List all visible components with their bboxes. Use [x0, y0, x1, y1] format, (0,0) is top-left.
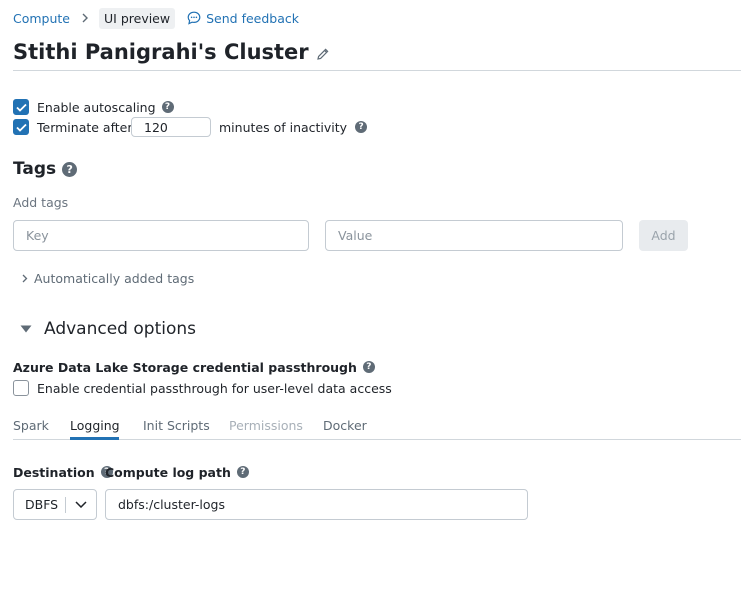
adls-help-icon[interactable]: ? — [362, 361, 375, 373]
auto-added-tags-label: Automatically added tags — [34, 270, 195, 286]
terminate-help-icon[interactable]: ? — [355, 121, 368, 133]
terminate-minutes-input[interactable]: 120 — [131, 117, 211, 137]
active-tab-indicator — [70, 437, 119, 440]
pencil-icon[interactable] — [316, 47, 330, 61]
adls-heading-row: Azure Data Lake Storage credential passt… — [13, 358, 375, 376]
chevron-right-icon — [81, 13, 89, 23]
terminate-minutes-value: 120 — [144, 119, 168, 135]
tag-key-input[interactable]: Key — [13, 220, 309, 251]
log-path-label: Compute log path — [105, 464, 231, 480]
adls-heading: Azure Data Lake Storage credential passt… — [13, 359, 357, 375]
terminate-label: Terminate after — [37, 119, 133, 135]
chevron-down-icon — [66, 501, 96, 508]
destination-select-value: DBFS — [25, 497, 59, 512]
log-path-label-row: Compute log path ? — [105, 463, 249, 481]
chevron-right-icon — [22, 274, 28, 283]
chat-bubble-icon — [187, 11, 201, 25]
destination-label-row: Destination ? — [13, 463, 113, 481]
autoscaling-help-icon[interactable]: ? — [161, 101, 174, 113]
breadcrumb-compute-link[interactable]: Compute — [13, 11, 70, 26]
advanced-options-toggle[interactable]: Advanced options — [20, 318, 196, 340]
autoscaling-row: Enable autoscaling ? — [13, 98, 174, 116]
tags-help-icon[interactable]: ? — [62, 161, 78, 177]
tabs-divider — [13, 439, 741, 440]
ui-preview-badge: UI preview — [99, 7, 176, 29]
autoscaling-checkbox[interactable] — [13, 99, 29, 115]
passthrough-checkbox[interactable] — [13, 380, 29, 396]
auto-added-tags-toggle[interactable]: Automatically added tags — [22, 269, 194, 287]
passthrough-label: Enable credential passthrough for user-l… — [37, 380, 392, 396]
destination-select[interactable]: DBFS — [13, 489, 97, 520]
tags-heading-row: Tags ? — [13, 158, 78, 180]
add-tag-button-label: Add — [651, 228, 676, 243]
add-tag-button[interactable]: Add — [639, 220, 688, 251]
log-path-value: dbfs:/cluster-logs — [118, 497, 225, 512]
tab-logging[interactable]: Logging — [70, 418, 120, 433]
tab-init-scripts[interactable]: Init Scripts — [143, 418, 210, 433]
terminate-suffix-label: minutes of inactivity — [219, 119, 348, 135]
terminate-checkbox[interactable] — [13, 119, 29, 135]
advanced-options-heading: Advanced options — [44, 319, 196, 339]
tag-key-placeholder: Key — [26, 228, 49, 243]
page-title: Stithi Panigrahi's Cluster — [13, 40, 309, 64]
tab-spark[interactable]: Spark — [13, 418, 49, 433]
log-path-input[interactable]: dbfs:/cluster-logs — [105, 489, 528, 520]
tags-heading: Tags — [13, 159, 57, 179]
page-title-row: Stithi Panigrahi's Cluster — [13, 38, 330, 66]
title-divider — [13, 70, 741, 71]
destination-label: Destination — [13, 464, 95, 480]
caret-down-icon — [20, 325, 32, 333]
terminate-suffix: minutes of inactivity ? — [219, 117, 368, 137]
tag-value-placeholder: Value — [338, 228, 373, 243]
send-feedback-link[interactable]: Send feedback — [187, 11, 299, 26]
breadcrumb: Compute UI preview Send feedback — [13, 7, 299, 29]
autoscaling-label: Enable autoscaling — [37, 99, 156, 115]
passthrough-row: Enable credential passthrough for user-l… — [13, 379, 392, 397]
tab-docker[interactable]: Docker — [323, 418, 367, 433]
terminate-row: Terminate after — [13, 117, 133, 137]
tag-value-input[interactable]: Value — [325, 220, 623, 251]
add-tags-label: Add tags — [13, 195, 69, 210]
send-feedback-label: Send feedback — [206, 10, 299, 26]
tab-permissions[interactable]: Permissions — [229, 418, 303, 433]
log-path-help-icon[interactable]: ? — [236, 466, 249, 478]
